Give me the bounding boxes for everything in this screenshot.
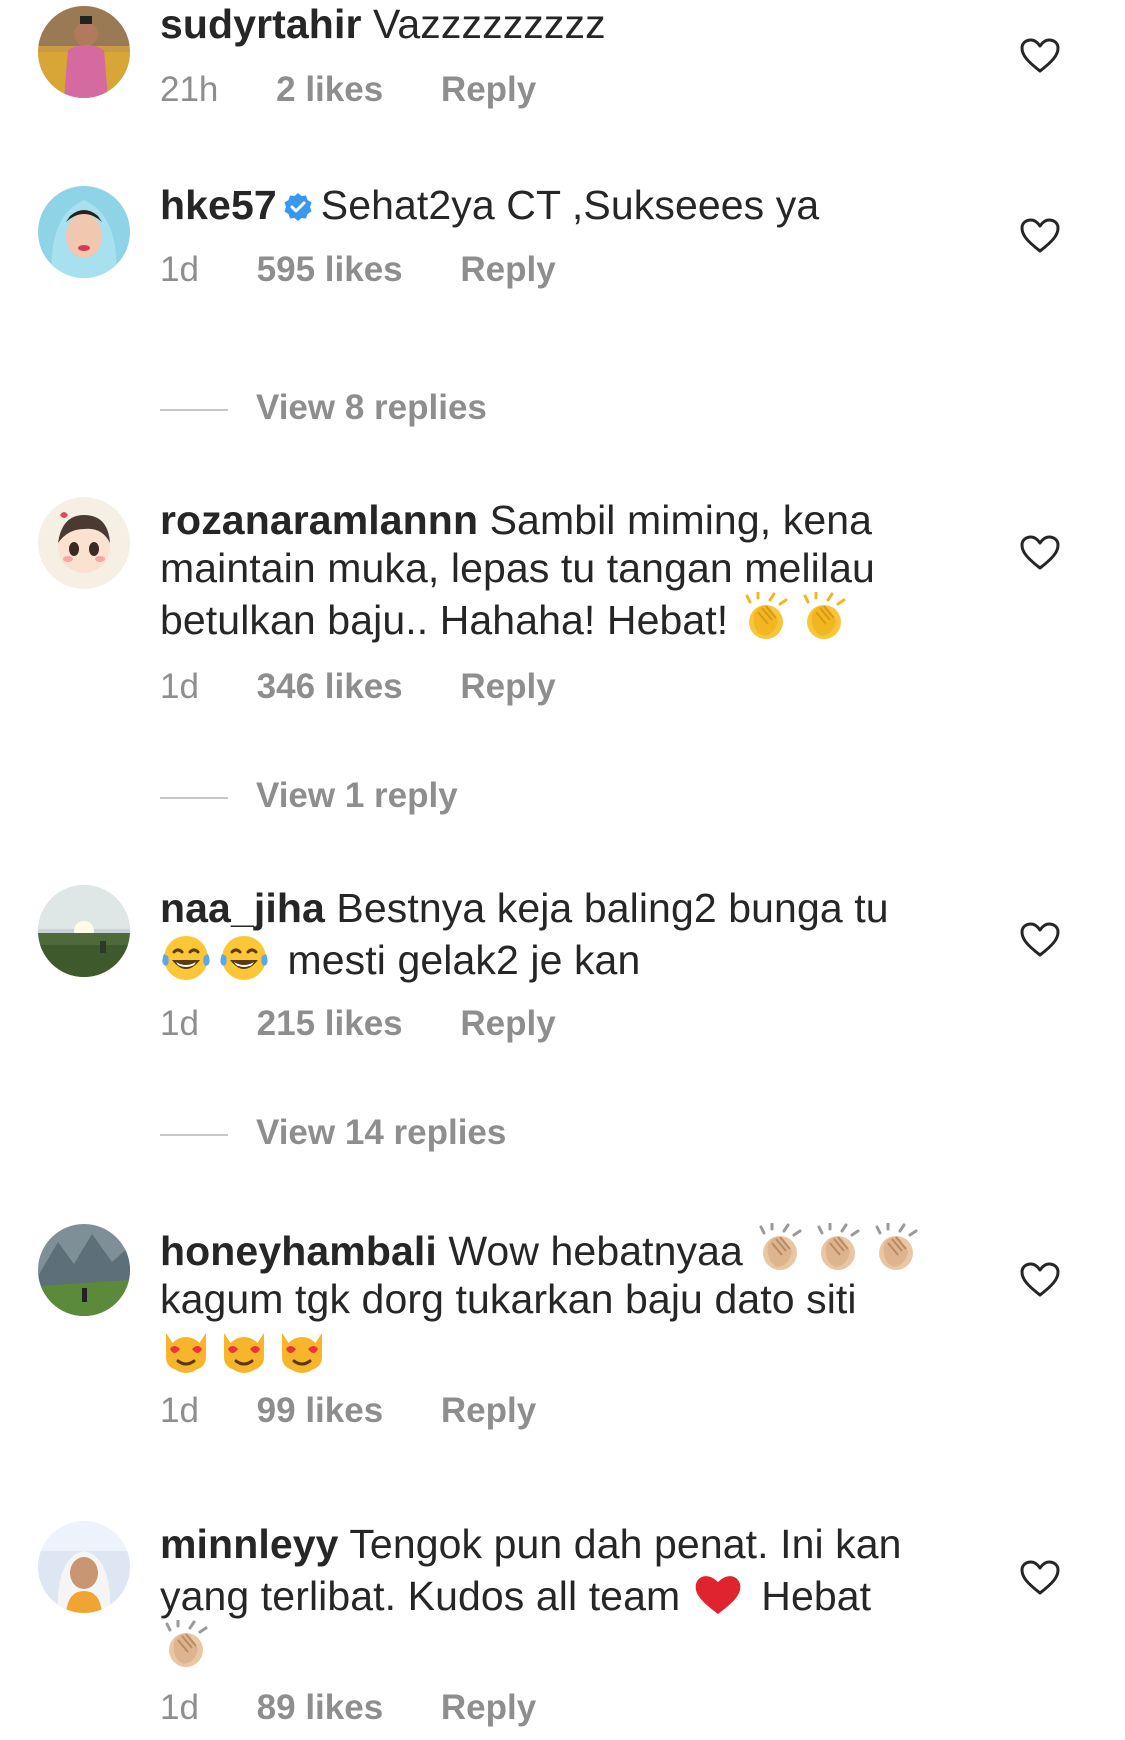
avatar[interactable] (38, 497, 130, 589)
avatar[interactable] (38, 6, 130, 98)
like-heart-icon[interactable] (1020, 218, 1060, 254)
clapping-hands-icon (165, 1620, 208, 1669)
clapping-hands-icon (745, 592, 788, 641)
comment-body-continued: Hebat (761, 1573, 872, 1619)
like-heart-icon[interactable] (1020, 922, 1060, 958)
heart-eyes-cat-icon (280, 1331, 324, 1375)
comment-time[interactable]: 1d (160, 1004, 199, 1044)
comment-text: hke57 Sehat2ya CT ,Sukseees ya (160, 181, 980, 229)
like-heart-icon[interactable] (1020, 1560, 1060, 1596)
view-replies-button[interactable]: View 8 replies (160, 388, 487, 428)
view-replies-label: View 14 replies (256, 1113, 507, 1152)
username[interactable]: minnleyy (160, 1521, 339, 1567)
view-replies-label: View 8 replies (256, 388, 487, 427)
avatar-photo (38, 1224, 130, 1316)
avatar[interactable] (38, 1521, 130, 1613)
comment-likes[interactable]: 215 likes (257, 1004, 403, 1044)
reply-button[interactable]: Reply (441, 70, 536, 110)
comment-time[interactable]: 1d (160, 1688, 199, 1728)
username[interactable]: rozanaramlannn (160, 497, 478, 543)
comment-time[interactable]: 1d (160, 250, 199, 290)
comment-body-continued: mesti gelak2 je kan (287, 937, 641, 983)
replies-divider (160, 408, 228, 411)
clapping-hands-icon (759, 1223, 802, 1272)
like-heart-icon[interactable] (1020, 535, 1060, 571)
username[interactable]: naa_jiha (160, 885, 325, 931)
comment-text: minnleyy Tengok pun dah penat. Ini kan y… (160, 1520, 980, 1672)
comment-likes[interactable]: 99 likes (257, 1391, 384, 1431)
replies-divider (160, 796, 228, 799)
reply-button[interactable]: Reply (460, 1004, 555, 1044)
clapping-hands-icon (803, 592, 846, 641)
username[interactable]: sudyrtahir (160, 1, 362, 47)
like-heart-icon[interactable] (1020, 1262, 1060, 1298)
red-heart-icon (695, 1576, 741, 1614)
comment-meta: 21h 2 likes Reply (160, 70, 584, 110)
clapping-hands-icon (817, 1223, 860, 1272)
avatar[interactable] (38, 1224, 130, 1316)
avatar-photo (38, 497, 130, 589)
username[interactable]: hke57 (160, 182, 277, 228)
comment-likes[interactable]: 595 likes (257, 250, 403, 290)
comment-body: Wow hebatnyaa (448, 1228, 743, 1274)
comment-meta: 1d 215 likes Reply (160, 1004, 604, 1044)
reply-button[interactable]: Reply (441, 1688, 536, 1728)
comment-text: sudyrtahir Vazzzzzzzzz (160, 0, 980, 48)
replies-divider (160, 1133, 228, 1136)
comment-time[interactable]: 21h (160, 70, 218, 110)
username[interactable]: honeyhambali (160, 1228, 437, 1274)
view-replies-button[interactable]: View 14 replies (160, 1113, 506, 1153)
reply-button[interactable]: Reply (460, 250, 555, 290)
heart-eyes-cat-icon (222, 1331, 266, 1375)
comment-time[interactable]: 1d (160, 1391, 199, 1431)
comment-text: naa_jiha Bestnya keja baling2 bunga tu m… (160, 884, 980, 984)
comment-text: rozanaramlannn Sambil miming, kena maint… (160, 496, 980, 644)
comment-body: Sehat2ya CT ,Sukseees ya (320, 182, 820, 228)
comment-meta: 1d 89 likes Reply (160, 1688, 584, 1728)
tears-of-joy-icon (160, 934, 212, 982)
comment-text: honeyhambali Wow hebatnyaa kagum tgk dor… (160, 1223, 980, 1375)
avatar-photo (38, 885, 130, 977)
avatar-photo (38, 6, 130, 98)
comment-time[interactable]: 1d (160, 667, 199, 707)
reply-button[interactable]: Reply (441, 1391, 536, 1431)
view-replies-button[interactable]: View 1 reply (160, 776, 458, 816)
tears-of-joy-icon (218, 934, 270, 982)
avatar[interactable] (38, 885, 130, 977)
comment-body-continued: kagum tgk dorg tukarkan baju dato siti (160, 1276, 857, 1322)
view-replies-label: View 1 reply (256, 776, 458, 815)
comment-likes[interactable]: 346 likes (257, 667, 403, 707)
comment-body: Bestnya keja baling2 bunga tu (336, 885, 889, 931)
comment-likes[interactable]: 2 likes (276, 70, 383, 110)
comment-meta: 1d 595 likes Reply (160, 250, 604, 290)
clapping-hands-icon (875, 1223, 918, 1272)
comment-meta: 1d 99 likes Reply (160, 1391, 584, 1431)
heart-eyes-cat-icon (164, 1331, 208, 1375)
comment-likes[interactable]: 89 likes (257, 1688, 384, 1728)
comment-body: Vazzzzzzzzz (373, 1, 606, 47)
avatar-photo (38, 186, 130, 278)
reply-button[interactable]: Reply (460, 667, 555, 707)
like-heart-icon[interactable] (1020, 38, 1060, 74)
verified-badge-icon (284, 193, 312, 221)
comment-meta: 1d 346 likes Reply (160, 667, 604, 707)
avatar-photo (38, 1521, 130, 1613)
avatar[interactable] (38, 186, 130, 278)
